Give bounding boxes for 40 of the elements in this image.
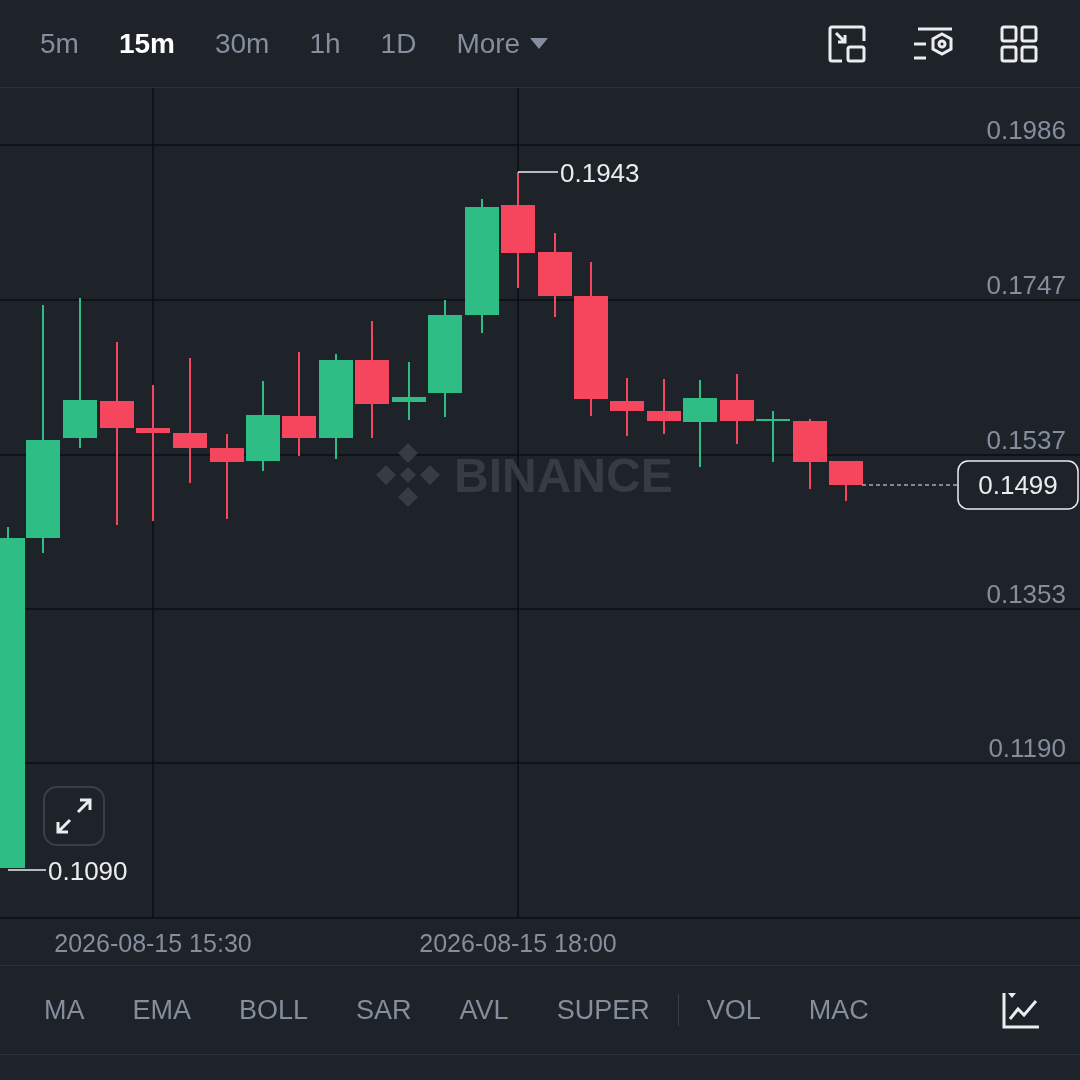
price-axis-label: 0.1353 [986,579,1066,609]
candlestick [756,410,790,463]
indicator-tab[interactable]: EMA [132,989,191,1031]
indicator-tab[interactable]: MAC [808,989,869,1031]
price-axis-label: 0.1537 [986,425,1066,455]
indicator-tab[interactable]: VOL [706,989,761,1031]
settings-sliders-icon[interactable] [912,25,954,62]
caret-icon [530,37,549,50]
high-price-label: 0.1943 [560,158,640,188]
indicator-tab[interactable]: AVL [459,989,509,1031]
more-dropdown[interactable]: More [456,22,549,65]
timeframe-tab[interactable]: 1D [380,22,417,65]
candlestick [829,461,863,502]
resize-window-icon[interactable] [828,24,866,63]
last-price-tag: 0.1499 [957,460,1079,510]
indicator-tab[interactable]: MA [44,989,85,1031]
price-axis-label: 0.1190 [988,733,1066,763]
grid-icon[interactable] [1000,24,1038,63]
candlestick [793,418,827,490]
candlestick [720,373,754,445]
low-price-label: 0.1090 [48,856,128,886]
candlestick [610,377,644,437]
candlestick [392,361,426,421]
indicator-tab[interactable]: BOLL [239,989,309,1031]
timeframe-tab[interactable]: 15m [118,22,175,65]
time-axis-label: 2026-08-15 18:00 [419,929,617,957]
indicator-tab[interactable]: SUPER [556,989,650,1031]
leader-line [517,171,559,173]
price-axis-label: 0.1747 [986,270,1066,300]
timeframe-tab[interactable]: 5m [40,22,79,65]
timeframe-tab[interactable]: 30m [214,22,270,65]
candlestick [647,378,681,435]
line-chart-icon[interactable] [1002,991,1040,1029]
price-axis-label: 0.1986 [986,115,1066,145]
expand-arrows-icon [54,796,94,836]
indicator-tab[interactable]: SAR [356,989,412,1031]
timeframe-tab[interactable]: 1h [309,22,341,65]
fullscreen-button[interactable] [43,786,105,846]
time-axis-label: 2026-08-15 15:30 [54,929,252,957]
leader-line [7,869,47,871]
